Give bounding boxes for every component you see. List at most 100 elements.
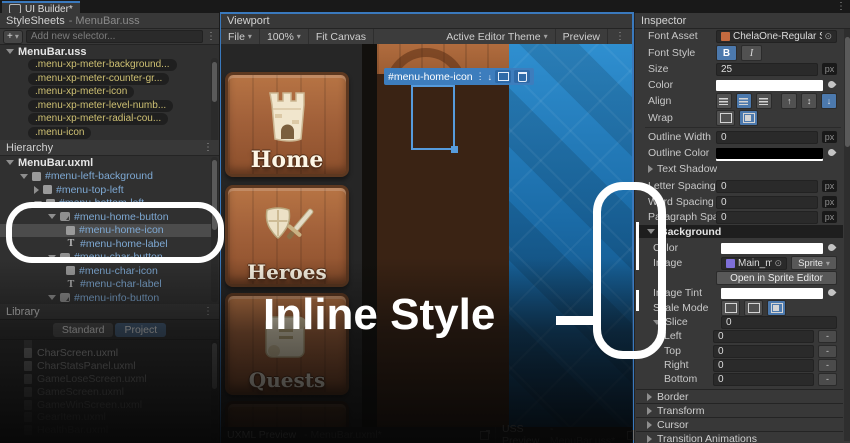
library-scrollbar[interactable] <box>211 340 218 441</box>
unit-px[interactable]: px <box>822 196 837 208</box>
hierarchy-item[interactable]: T #menu-char-label <box>0 278 219 292</box>
tab-project[interactable]: Project <box>115 323 166 337</box>
hierarchy-item[interactable]: #menu-left-background <box>0 170 219 184</box>
size-field[interactable]: 25 <box>716 63 818 76</box>
letter-spacing-field[interactable]: 0 <box>716 180 818 193</box>
foldout-open-icon[interactable] <box>48 255 56 260</box>
unit-dropdown[interactable]: - <box>818 330 837 343</box>
scale-crop-button[interactable] <box>767 300 786 316</box>
foldout-open-icon[interactable] <box>34 201 42 206</box>
font-asset-field[interactable]: ChelaOne-Regular SDF T (F ⊙ <box>716 30 837 43</box>
foldout-open-icon[interactable] <box>48 214 56 219</box>
align-top-button[interactable]: ↑ <box>781 93 797 109</box>
color-swatch[interactable] <box>716 80 823 91</box>
stylesheets-scrollbar[interactable] <box>211 58 218 152</box>
new-selector-input[interactable] <box>26 30 203 43</box>
frame-button[interactable] <box>495 70 511 83</box>
foldout-open-icon[interactable] <box>6 160 14 165</box>
selection-header[interactable]: #menu-home-icon ⋮ ↓ <box>384 68 534 85</box>
preview-toggle[interactable]: Preview <box>556 29 608 44</box>
image-object-field[interactable]: Main_menu_icor ⊙ <box>721 257 787 270</box>
unit-px[interactable]: px <box>822 131 837 143</box>
transition-animations-section[interactable]: Transition Animations <box>636 431 843 443</box>
unit-px[interactable]: px <box>822 180 837 192</box>
home-button-tile[interactable]: Home <box>225 72 349 177</box>
hierarchy-menu-icon[interactable]: ⋮ <box>203 143 213 153</box>
outline-color-swatch[interactable] <box>716 148 823 159</box>
library-item[interactable]: GearItem.uxml <box>0 411 219 424</box>
uss-selector[interactable]: .menu-icon <box>0 126 219 140</box>
slice-left-field[interactable]: 0 <box>713 330 814 343</box>
eyedropper-icon[interactable] <box>827 148 837 158</box>
image-type-dropdown[interactable]: Sprite▾ <box>791 256 837 270</box>
paragraph-spacing-field[interactable]: 0 <box>716 211 818 224</box>
eyedropper-icon[interactable] <box>827 80 837 90</box>
bold-button[interactable]: B <box>716 45 737 61</box>
align-center-button[interactable] <box>736 93 752 109</box>
partial-button-tile[interactable] <box>225 401 349 427</box>
foldout-open-icon[interactable] <box>48 295 56 300</box>
align-left-button[interactable] <box>716 93 732 109</box>
text-shadow-row[interactable]: Text Shadow <box>648 162 837 176</box>
hierarchy-item[interactable]: #menu-bottom-left <box>0 197 219 211</box>
align-middle-button[interactable]: ↕ <box>801 93 817 109</box>
foldout-open-icon[interactable] <box>653 320 661 325</box>
uss-selector[interactable]: .menu-xp-meter-level-numb... <box>0 99 219 113</box>
library-item[interactable]: HealthBar.uxml <box>0 424 219 437</box>
delete-button[interactable] <box>514 70 530 83</box>
viewport-menu-icon[interactable]: ⋮ <box>608 29 632 44</box>
scale-fit-button[interactable] <box>744 300 763 316</box>
selection-kebab-icon[interactable]: ⋮ <box>476 71 485 82</box>
zoom-dropdown[interactable]: 100%▾ <box>260 29 309 44</box>
window-menu-icon[interactable]: ⋮ <box>836 2 846 12</box>
file-menu[interactable]: File▾ <box>221 29 260 44</box>
hierarchy-item[interactable]: #menu-char-icon <box>0 264 219 278</box>
unit-dropdown[interactable]: - <box>818 345 837 358</box>
object-picker-icon[interactable]: ⊙ <box>824 31 832 42</box>
slice-field[interactable]: 0 <box>721 316 837 329</box>
open-external-icon[interactable] <box>627 431 634 440</box>
scale-stretch-button[interactable] <box>721 300 740 316</box>
uss-selector[interactable]: .menu-xp-meter-background... <box>0 59 219 73</box>
outline-width-field[interactable]: 0 <box>716 131 818 144</box>
slice-top-field[interactable]: 0 <box>713 345 814 358</box>
hierarchy-item[interactable]: #menu-info-button <box>0 291 219 305</box>
open-external-icon[interactable] <box>480 431 489 440</box>
fit-canvas-button[interactable]: Fit Canvas <box>309 29 374 44</box>
transform-section[interactable]: Transform <box>636 403 843 417</box>
hierarchy-item-home-button[interactable]: #menu-home-button <box>0 210 219 224</box>
uss-preview-header[interactable]: USS Preview - MenuBar.uss* <box>496 427 640 443</box>
uss-selector[interactable]: .menu-xp-meter-radial-cou... <box>0 113 219 127</box>
wrap-on-button[interactable] <box>716 110 735 126</box>
foldout-closed-icon[interactable] <box>648 165 653 173</box>
library-item[interactable]: GameWinScreen.uxml <box>0 398 219 411</box>
hierarchy-root[interactable]: MenuBar.uxml <box>0 156 219 170</box>
slice-right-field[interactable]: 0 <box>713 359 814 372</box>
cursor-section[interactable]: Cursor <box>636 417 843 431</box>
align-right-button[interactable] <box>756 93 772 109</box>
hierarchy-item[interactable]: #menu-top-left <box>0 183 219 197</box>
background-section-header[interactable]: Background <box>636 225 843 238</box>
object-picker-icon[interactable]: ⊙ <box>774 258 782 269</box>
library-item[interactable]: CharStatsPanel.uxml <box>0 360 219 373</box>
stylesheets-menu-icon[interactable]: ⋮ <box>206 32 216 42</box>
canvas[interactable]: Home Heroes <box>221 44 632 427</box>
unit-dropdown[interactable]: - <box>818 359 837 372</box>
library-menu-icon[interactable]: ⋮ <box>203 307 213 317</box>
wrap-off-button[interactable] <box>739 110 758 126</box>
theme-dropdown[interactable]: Active Editor Theme▾ <box>439 29 555 44</box>
foldout-open-icon[interactable] <box>647 229 655 234</box>
foldout-open-icon[interactable] <box>6 49 14 54</box>
uxml-preview-header[interactable]: UXML Preview - MenuBar.uxml* <box>221 427 496 443</box>
eyedropper-icon[interactable] <box>827 288 837 298</box>
library-item[interactable]: GameScreen.uxml <box>0 385 219 398</box>
hierarchy-item[interactable]: #menu-char-button <box>0 251 219 265</box>
border-section[interactable]: Border <box>636 389 843 403</box>
stylesheet-root[interactable]: MenuBar.uss <box>0 45 219 59</box>
add-selector-button[interactable]: +▾ <box>3 30 23 44</box>
hierarchy-item-home-label[interactable]: T #menu-home-label <box>0 237 219 251</box>
uss-selector[interactable]: .menu-xp-meter-counter-gr... <box>0 72 219 86</box>
background-color-swatch[interactable] <box>721 243 823 254</box>
image-tint-swatch[interactable] <box>721 288 823 299</box>
word-spacing-field[interactable]: 0 <box>716 196 818 209</box>
